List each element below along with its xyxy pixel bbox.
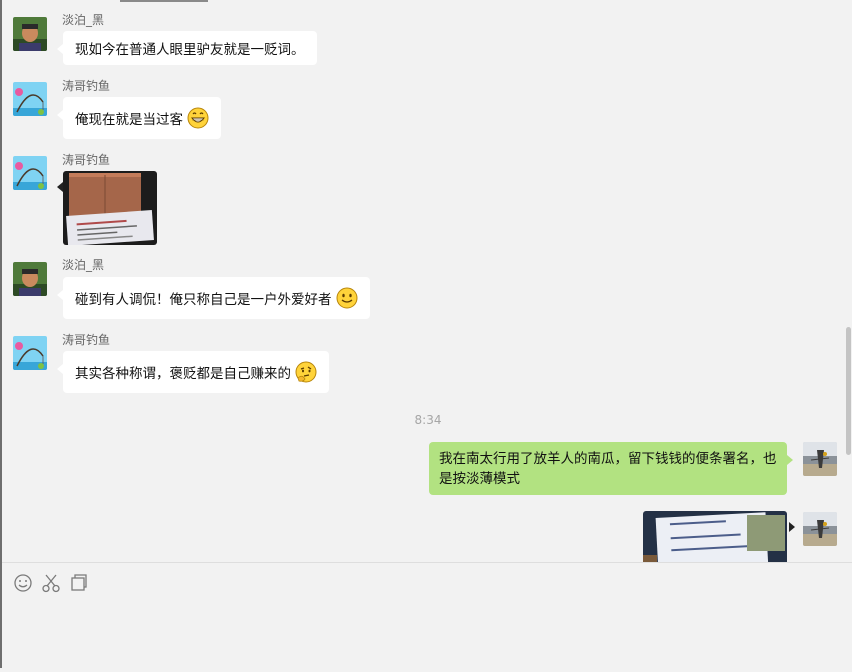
smiley-face-icon[interactable] <box>13 573 33 593</box>
message-text: 碰到有人调侃！俺只称自己是一户外爱好者 <box>75 292 332 308</box>
avatar-taoge-diaoyu[interactable] <box>13 156 47 190</box>
message-bubble[interactable]: 俺现在就是当过客 <box>57 97 221 139</box>
message-text: 我在南太行用了放羊人的南瓜，留下钱钱的便条署名，也是按淡薄模式 <box>439 450 777 487</box>
avatar-taoge-diaoyu[interactable] <box>13 336 47 370</box>
thinking-emoji-icon <box>295 361 317 383</box>
folder-icon[interactable] <box>69 573 89 593</box>
message-timestamp: 8:34 <box>414 413 442 427</box>
previous-image-edge <box>120 0 208 2</box>
sender-name: 涛哥钓鱼 <box>62 153 111 167</box>
message-bubble[interactable]: 现如今在普通人眼里驴友就是一贬词。 <box>57 31 317 65</box>
message-bubble[interactable]: 其实各种称谓，褒贬都是自己赚来的 <box>57 351 329 393</box>
avatar-danbo-hei[interactable] <box>13 262 47 296</box>
message-text: 现如今在普通人眼里驴友就是一贬词。 <box>75 42 305 58</box>
my-avatar[interactable] <box>803 442 837 476</box>
avatar-danbo-hei[interactable] <box>13 17 47 51</box>
message-bubble[interactable]: 碰到有人调侃！俺只称自己是一户外爱好者 <box>57 277 370 319</box>
bubble-tail <box>789 522 795 532</box>
smile-emoji-icon <box>336 287 358 309</box>
scrollbar-thumb[interactable] <box>846 327 851 455</box>
chat-scrollbar[interactable] <box>844 0 852 562</box>
sender-name: 涛哥钓鱼 <box>62 79 111 93</box>
message-input[interactable] <box>2 603 852 672</box>
sender-name: 淡泊_黑 <box>62 13 105 27</box>
grinning-emoji-icon <box>187 107 209 129</box>
avatar-taoge-diaoyu[interactable] <box>13 82 47 116</box>
my-message-bubble[interactable]: 我在南太行用了放羊人的南瓜，留下钱钱的便条署名，也是按淡薄模式 <box>429 442 793 495</box>
chat-message-list[interactable]: 淡泊_黑 现如今在普通人眼里驴友就是一贬词。 涛哥钓鱼 俺现在就是当过客 涛哥钓… <box>2 0 852 562</box>
sender-name: 淡泊_黑 <box>62 258 105 272</box>
my-image-message-note-photo[interactable] <box>643 511 787 562</box>
sender-name: 涛哥钓鱼 <box>62 333 111 347</box>
scissors-icon[interactable] <box>41 573 61 593</box>
my-avatar[interactable] <box>803 512 837 546</box>
input-toolbar <box>2 563 852 603</box>
message-text: 其实各种称谓，褒贬都是自己赚来的 <box>75 366 291 382</box>
message-text: 俺现在就是当过客 <box>75 112 183 128</box>
image-message-ticket-photo[interactable] <box>63 171 157 245</box>
